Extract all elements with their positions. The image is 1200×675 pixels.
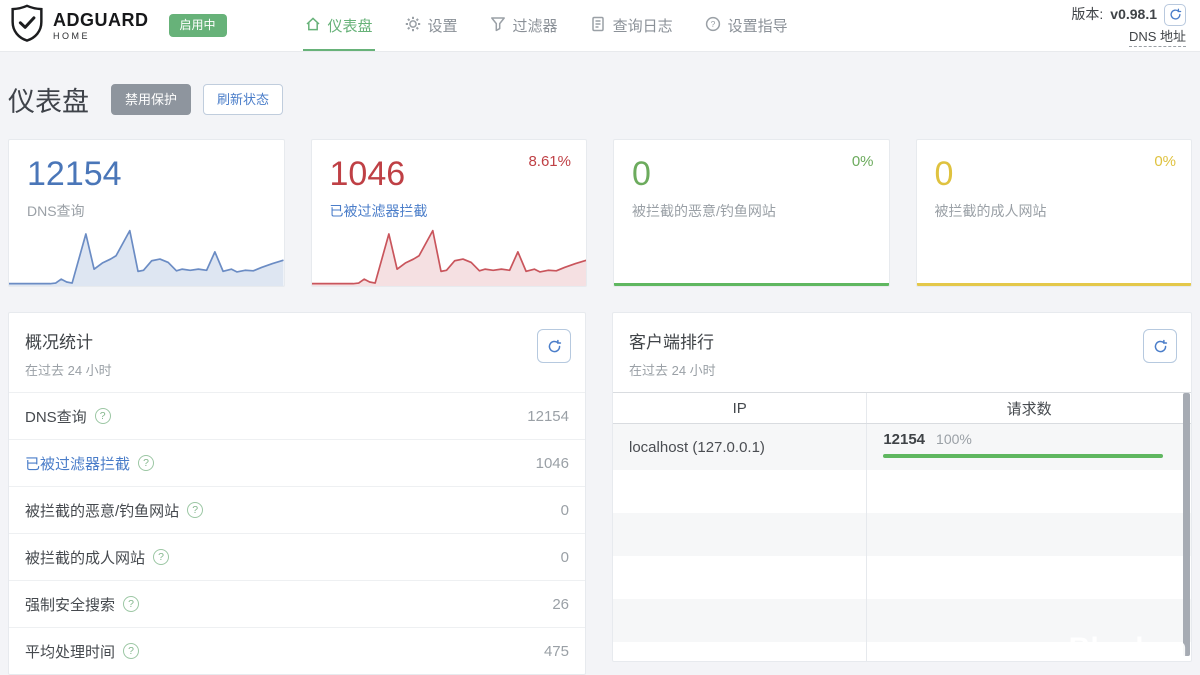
- disable-protection-button[interactable]: 禁用保护: [111, 84, 191, 116]
- panel-title: 概况统计: [25, 328, 569, 353]
- card-value: 0: [632, 155, 871, 194]
- question-circle-icon: ?: [705, 16, 721, 36]
- main-nav: 仪表盘 设置 过滤器: [305, 15, 788, 36]
- top-clients-panel: 客户端排行 在过去 24 小时 IP 请求数 localhost (127.0.…: [612, 312, 1192, 662]
- logo-title: ADGUARD: [53, 11, 149, 29]
- top-bar: ADGUARD HOME 启用中 仪表盘: [0, 0, 1200, 52]
- card-percent: 8.61%: [528, 153, 571, 170]
- table-row-empty: [613, 556, 1191, 599]
- home-icon: [305, 16, 321, 36]
- stat-cards: 12154 DNS查询 1046 已被过滤器拦截 8.61% 0 被拦截的恶意/…: [8, 139, 1192, 287]
- card-blocked-by-filters: 1046 已被过滤器拦截 8.61%: [311, 139, 588, 287]
- nav-label: 仪表盘: [328, 15, 373, 36]
- watermark-text: Blogl.cn: [1069, 633, 1187, 659]
- topbar-right: 版本: v0.98.1 DNS 地址: [1071, 4, 1186, 48]
- nav-label: 设置指导: [728, 15, 788, 36]
- card-value: 12154: [27, 155, 266, 194]
- card-value: 0: [935, 155, 1174, 194]
- version-refresh-button[interactable]: [1164, 4, 1186, 26]
- stat-value: 475: [544, 643, 569, 660]
- table-scrollbar[interactable]: [1183, 393, 1190, 656]
- gear-icon: [405, 16, 421, 36]
- version-value: v0.98.1: [1110, 4, 1157, 24]
- clients-table: IP 请求数 localhost (127.0.0.1) 12154 100%: [613, 392, 1191, 662]
- nav-label: 查询日志: [613, 15, 673, 36]
- stat-label: DNS查询: [25, 406, 87, 427]
- stat-row-avg-time: 平均处理时间 ? 475: [9, 627, 585, 674]
- nav-label: 过滤器: [513, 15, 558, 36]
- card-label-link[interactable]: 已被过滤器拦截: [330, 201, 569, 221]
- client-usage-bar: [883, 454, 1163, 458]
- client-request-count: 12154: [883, 431, 925, 448]
- card-accent-line: [917, 283, 1192, 286]
- stat-label: 强制安全搜索: [25, 594, 115, 615]
- panel-title: 客户端排行: [629, 328, 1175, 353]
- nav-filters[interactable]: 过滤器: [490, 15, 558, 36]
- card-percent: 0%: [1154, 153, 1176, 170]
- stat-row-dns-queries: DNS查询 ? 12154: [9, 392, 585, 439]
- client-ip: localhost (127.0.0.1): [613, 424, 867, 470]
- stat-label: 平均处理时间: [25, 641, 115, 662]
- help-icon[interactable]: ?: [153, 549, 169, 565]
- card-dns-queries: 12154 DNS查询: [8, 139, 285, 287]
- svg-text:?: ?: [710, 19, 715, 29]
- help-icon[interactable]: ?: [95, 408, 111, 424]
- help-icon[interactable]: ?: [123, 596, 139, 612]
- filter-icon: [490, 16, 506, 36]
- stat-row-adult: 被拦截的成人网站 ? 0: [9, 533, 585, 580]
- stat-row-malware: 被拦截的恶意/钓鱼网站 ? 0: [9, 486, 585, 533]
- watermark-container: Blogl.cn: [1069, 633, 1187, 659]
- page-title: 仪表盘: [8, 80, 89, 119]
- nav-settings[interactable]: 设置: [405, 15, 458, 36]
- nav-dashboard[interactable]: 仪表盘: [305, 15, 373, 36]
- nav-query-log[interactable]: 查询日志: [590, 15, 673, 36]
- status-badge: 启用中: [169, 14, 227, 36]
- clients-refresh-button[interactable]: [1143, 329, 1177, 363]
- main-content: 仪表盘 禁用保护 刷新状态 12154 DNS查询 1046 已被过滤器拦截 8…: [0, 80, 1200, 675]
- card-label: 被拦截的成人网站: [935, 201, 1174, 221]
- stats-refresh-button[interactable]: [537, 329, 571, 363]
- stat-value: 1046: [536, 455, 569, 472]
- help-icon[interactable]: ?: [187, 502, 203, 518]
- nav-label: 设置: [428, 15, 458, 36]
- table-row: localhost (127.0.0.1) 12154 100%: [613, 424, 1191, 470]
- stat-value: 0: [561, 549, 569, 566]
- card-blocked-adult: 0 被拦截的成人网站 0%: [916, 139, 1193, 287]
- card-percent: 0%: [852, 153, 874, 170]
- version-label: 版本:: [1071, 4, 1103, 24]
- panel-subtitle: 在过去 24 小时: [25, 360, 569, 379]
- card-accent-line: [614, 283, 889, 286]
- client-request-percent: 100%: [936, 431, 972, 447]
- help-icon[interactable]: ?: [123, 643, 139, 659]
- stat-value: 0: [561, 502, 569, 519]
- shield-check-icon: [10, 4, 44, 47]
- card-blocked-malware: 0 被拦截的恶意/钓鱼网站 0%: [613, 139, 890, 287]
- stat-label: 被拦截的成人网站: [25, 547, 145, 568]
- logo-subtitle: HOME: [53, 31, 149, 41]
- adguard-logo[interactable]: ADGUARD HOME: [10, 4, 149, 47]
- column-header-ip: IP: [613, 393, 867, 423]
- log-icon: [590, 16, 606, 36]
- stat-value: 12154: [527, 408, 569, 425]
- stat-label: 被拦截的恶意/钓鱼网站: [25, 500, 179, 521]
- refresh-status-button[interactable]: 刷新状态: [203, 84, 283, 116]
- help-icon[interactable]: ?: [138, 455, 154, 471]
- stat-row-safe-search: 强制安全搜索 ? 26: [9, 580, 585, 627]
- card-label: DNS查询: [27, 201, 266, 221]
- clients-table-header: IP 请求数: [613, 393, 1191, 424]
- stat-label-link[interactable]: 已被过滤器拦截: [25, 453, 130, 474]
- card-label: 被拦截的恶意/钓鱼网站: [632, 201, 871, 221]
- column-header-requests: 请求数: [867, 393, 1191, 423]
- nav-setup-guide[interactable]: ? 设置指导: [705, 15, 788, 36]
- stat-row-blocked: 已被过滤器拦截 ? 1046: [9, 439, 585, 486]
- table-row-empty: [613, 470, 1191, 513]
- dns-address-link[interactable]: DNS 地址: [1129, 28, 1186, 48]
- panel-subtitle: 在过去 24 小时: [629, 360, 1175, 379]
- general-stats-panel: 概况统计 在过去 24 小时 DNS查询 ? 12154 已被过滤器拦截 ? 1…: [8, 312, 586, 675]
- table-row-empty: [613, 513, 1191, 556]
- stat-value: 26: [552, 596, 569, 613]
